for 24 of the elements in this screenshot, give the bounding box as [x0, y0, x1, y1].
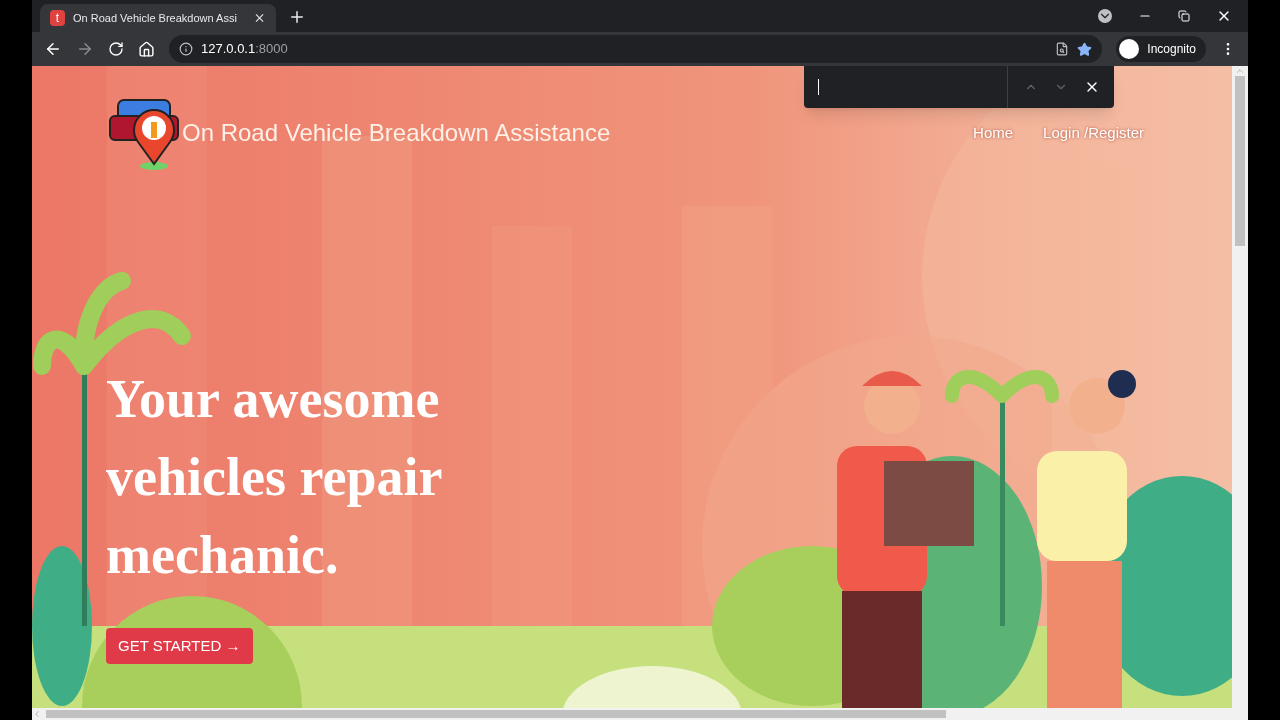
reload-icon[interactable] [108, 41, 124, 57]
scrollbar-thumb[interactable] [46, 710, 946, 718]
bookmark-star-icon[interactable] [1077, 41, 1093, 57]
new-tab-icon[interactable] [288, 8, 306, 26]
find-input-field[interactable] [818, 66, 1008, 108]
get-started-button[interactable]: GET STARTED → [106, 628, 253, 664]
dropdown-icon[interactable] [1098, 9, 1112, 23]
page-search-icon[interactable] [1055, 42, 1070, 56]
horizontal-scrollbar[interactable] [32, 708, 1248, 720]
forward-icon[interactable] [76, 40, 94, 58]
tab-favicon: t [50, 10, 65, 26]
brand-title[interactable]: On Road Vehicle Breakdown Assistance [182, 115, 611, 151]
scrollbar-thumb[interactable] [1235, 76, 1245, 246]
home-icon[interactable] [138, 40, 155, 58]
address-bar[interactable]: 127.0.0.1:8000 [169, 35, 1103, 63]
hero-heading: Your awesome vehicles repair mechanic. [106, 368, 443, 587]
vertical-scrollbar[interactable] [1232, 66, 1248, 708]
profile-chip[interactable]: Incognito [1116, 36, 1206, 62]
car-repair-logo-icon [108, 96, 180, 170]
back-icon[interactable] [44, 40, 62, 58]
restore-icon[interactable] [1178, 10, 1190, 22]
tab-title[interactable]: On Road Vehicle Breakdown Assi [73, 9, 237, 27]
url-text: 127.0.0.1:8000 [201, 40, 288, 59]
info-icon[interactable] [179, 42, 193, 56]
